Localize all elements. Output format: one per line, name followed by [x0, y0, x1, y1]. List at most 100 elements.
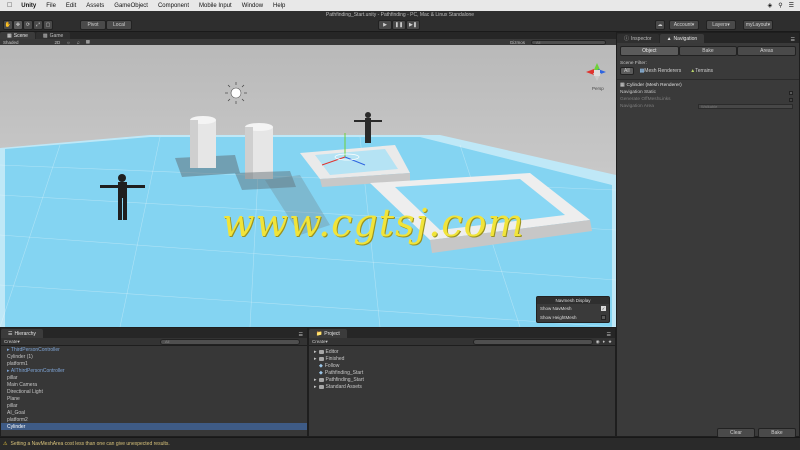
hierarchy-list: ▸ ThirdPersonController Cylinder (1) pla… [1, 346, 307, 430]
subtab-bake[interactable]: Bake [678, 46, 738, 56]
filter-mesh-renderers[interactable]: ▦ Mesh Renderers [637, 67, 685, 75]
hierarchy-item[interactable]: Directional Light [1, 388, 307, 395]
expand-arrow-icon[interactable]: ▸ [314, 377, 317, 383]
hierarchy-create-dropdown[interactable]: Create▾ [4, 339, 20, 345]
scene-search-input[interactable]: All [531, 39, 606, 45]
hand-tool-icon[interactable]: ✋ [3, 20, 13, 30]
tab-hierarchy[interactable]: ☰ Hierarchy [1, 329, 43, 338]
project-menu-icon[interactable]: ☰ [607, 332, 615, 338]
shading-mode-dropdown[interactable]: Shaded [3, 40, 19, 45]
filter-mesh-renderers-label: Mesh Renderers [644, 68, 682, 74]
mode-2d-toggle[interactable]: 2D [55, 40, 61, 45]
scene-header: ▦ Scene ▩ Game Shaded 2D ☼ ♫ ▩ Gizmos All [0, 32, 616, 45]
cloud-icon[interactable]: ☁ [655, 20, 665, 30]
project-create-dropdown[interactable]: Create▾ [312, 339, 328, 345]
project-search-input[interactable] [472, 338, 593, 345]
pause-icon[interactable]: ❚❚ [392, 20, 406, 30]
filter-label-icon[interactable]: ♦ [603, 339, 605, 344]
project-item[interactable]: ◆ Follow [309, 362, 615, 369]
hierarchy-item[interactable]: ▸ ThirdPersonController [1, 346, 307, 353]
project-item[interactable]: ◆ Pathfinding_Start [309, 369, 615, 376]
show-heightmesh-checkbox[interactable] [601, 315, 606, 320]
filter-terrains[interactable]: ▲ Terrains [687, 67, 716, 75]
step-icon[interactable]: ▶❚ [406, 20, 420, 30]
hierarchy-search-input[interactable]: All [160, 338, 300, 345]
project-panel: 📁 Project ☰ Create▾ ◉ ♦ ★ ▸ Editor ▸ Finish… [308, 327, 616, 437]
project-item[interactable]: ▸ Finished [309, 355, 615, 362]
panel-menu-icon[interactable]: ☰ [791, 37, 799, 43]
hierarchy-item[interactable]: Cylinder (1) [1, 353, 307, 360]
menu-window[interactable]: Window [237, 3, 268, 9]
project-folder-icon: 📁 [316, 330, 323, 337]
status-bar[interactable]: ⚠ Setting a NavMeshArea cost less than o… [0, 437, 800, 450]
navigation-area-dropdown[interactable]: Walkable [698, 104, 793, 109]
pivot-toggle[interactable]: Pivot [80, 20, 106, 30]
hierarchy-item[interactable]: Plane [1, 395, 307, 402]
tab-game[interactable]: ▩ Game [35, 32, 71, 39]
wifi-icon[interactable]: ◈ [768, 2, 773, 9]
show-navmesh-checkbox[interactable]: ✓ [601, 306, 606, 311]
tab-scene[interactable]: ▦ Scene [0, 32, 35, 39]
menu-gameobject[interactable]: GameObject [109, 3, 153, 9]
subtab-areas[interactable]: Areas [737, 46, 797, 56]
hierarchy-menu-icon[interactable]: ☰ [299, 332, 307, 338]
menu-mobile-input[interactable]: Mobile Input [194, 3, 237, 9]
apple-icon[interactable]:  [0, 2, 16, 9]
menu-app[interactable]: Unity [16, 3, 41, 9]
expand-arrow-icon[interactable]: ▸ [314, 384, 317, 390]
project-item[interactable]: ▸ Pathfinding_Start [309, 376, 615, 383]
scene-render [0, 45, 616, 327]
rotate-tool-icon[interactable]: ⟳ [23, 20, 33, 30]
project-item-label: Standard Assets [325, 383, 362, 390]
hierarchy-item[interactable]: Main Camera [1, 381, 307, 388]
navigation-static-checkbox[interactable] [789, 90, 793, 95]
layout-dropdown[interactable]: myLayout ▾ [743, 20, 773, 30]
expand-arrow-icon[interactable]: ▸ [314, 356, 317, 362]
scene-viewport[interactable]: Persp www.cgtsj.com Navmesh Display Show… [0, 45, 616, 327]
move-tool-icon[interactable]: ✥ [13, 20, 23, 30]
generate-offmeshlinks-checkbox[interactable] [789, 97, 793, 102]
search-icon[interactable]: ⚲ [778, 2, 782, 9]
persp-label[interactable]: Persp [592, 86, 604, 91]
menu-edit[interactable]: Edit [61, 3, 81, 9]
menu-assets[interactable]: Assets [81, 3, 109, 9]
menu-file[interactable]: File [41, 3, 61, 9]
light-toggle-icon[interactable]: ☼ [66, 40, 70, 45]
hierarchy-item[interactable]: pillar [1, 374, 307, 381]
list-icon[interactable]: ☰ [789, 2, 794, 9]
scale-tool-icon[interactable]: ⤢ [33, 20, 43, 30]
project-item[interactable]: ▸ Editor [309, 348, 615, 355]
hierarchy-item-selected[interactable]: Cylinder [1, 423, 307, 430]
subtab-object[interactable]: Object [620, 46, 679, 56]
tab-inspector[interactable]: ⓘ Inspector [617, 34, 659, 43]
account-dropdown[interactable]: Account ▾ [669, 20, 699, 30]
star-icon[interactable]: ★ [608, 339, 612, 345]
gizmos-dropdown[interactable]: Gizmos [510, 40, 525, 45]
filter-type-icon[interactable]: ◉ [596, 339, 600, 345]
menu-component[interactable]: Component [153, 3, 194, 9]
rect-tool-icon[interactable]: ▢ [43, 20, 53, 30]
tab-project-label: Project [324, 330, 340, 337]
project-item[interactable]: ▸ Standard Assets [309, 383, 615, 390]
menu-help[interactable]: Help [268, 3, 290, 9]
play-icon[interactable]: ▶ [378, 20, 392, 30]
hierarchy-item[interactable]: ▸ AIThirdPersonController [1, 367, 307, 374]
hierarchy-item[interactable]: platform2 [1, 416, 307, 423]
pivot-label: Pivot [87, 22, 99, 28]
object-title: Cylinder (Mesh Renderer) [626, 83, 682, 88]
hierarchy-item-label: Main Camera [7, 381, 38, 388]
hierarchy-item[interactable]: platform1 [1, 360, 307, 367]
local-toggle[interactable]: Local [106, 20, 132, 30]
hierarchy-item-label: platform1 [7, 360, 28, 367]
filter-all[interactable]: All [620, 67, 634, 75]
scene-filter-label: Scene Filter: [620, 61, 647, 66]
tab-project[interactable]: 📁 Project [309, 329, 347, 338]
hierarchy-item-label: Plane [7, 395, 20, 402]
audio-toggle-icon[interactable]: ♫ [76, 40, 79, 45]
layers-dropdown[interactable]: Layers ▾ [706, 20, 736, 30]
expand-arrow-icon[interactable]: ▸ [314, 349, 317, 355]
hierarchy-item[interactable]: AI_Goal [1, 409, 307, 416]
navigation-area-row: Navigation Area Walkable [617, 103, 799, 110]
hierarchy-item[interactable]: pillar [1, 402, 307, 409]
tab-navigation[interactable]: ▲ Navigation [659, 34, 705, 43]
